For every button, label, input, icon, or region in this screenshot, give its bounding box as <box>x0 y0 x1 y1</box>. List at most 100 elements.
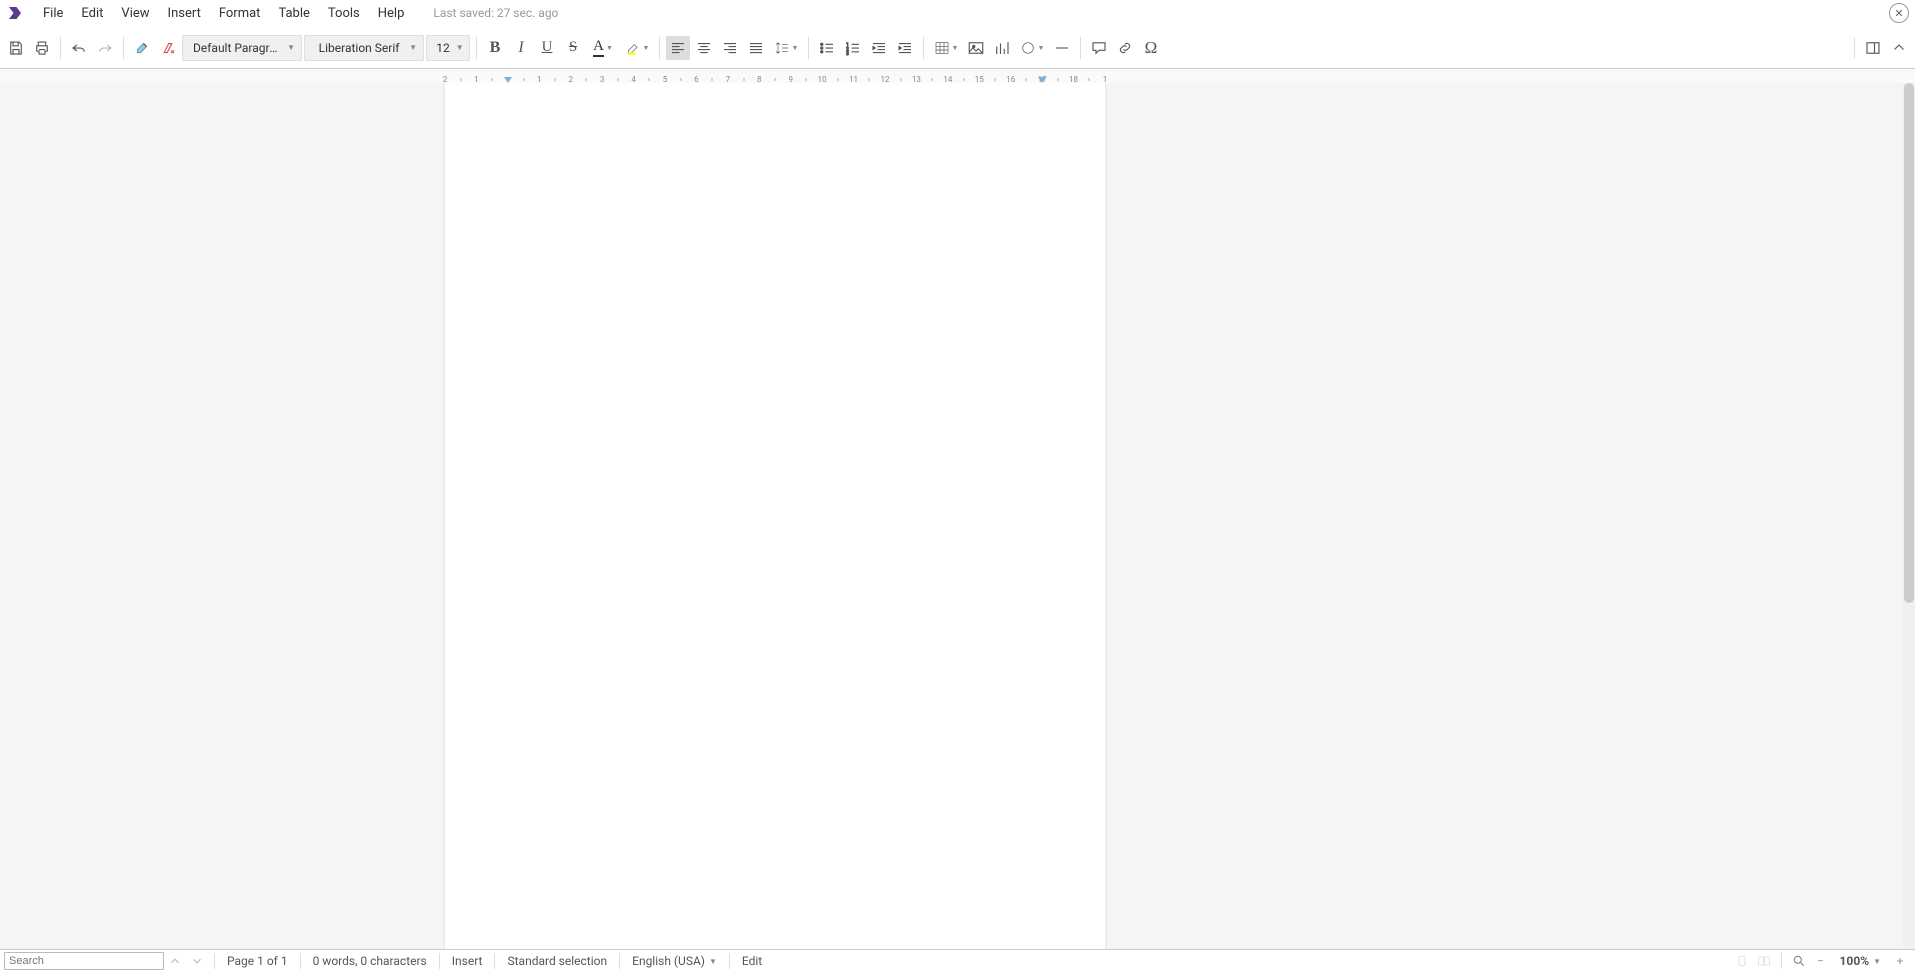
zoom-level[interactable]: 100%▼ <box>1836 954 1885 968</box>
paragraph-style-combo[interactable]: Default Paragraph S…▼ <box>182 35 302 61</box>
menu-view[interactable]: View <box>112 2 158 25</box>
italic-button[interactable]: I <box>509 36 533 60</box>
ruler-tick: 7 <box>726 75 731 83</box>
insert-chart-button[interactable] <box>990 36 1014 60</box>
font-color-button[interactable]: A▼ <box>587 36 619 60</box>
align-justify-button[interactable] <box>744 36 768 60</box>
page-count-label[interactable]: Page 1 of 1 <box>221 954 294 968</box>
document-viewport <box>0 83 1915 949</box>
multi-page-view-button[interactable] <box>1753 951 1775 971</box>
align-right-button[interactable] <box>718 36 742 60</box>
ruler-tick-minor <box>617 78 618 81</box>
ruler-tick: 4 <box>631 75 636 83</box>
clear-formatting-button[interactable] <box>156 36 180 60</box>
zoom-value-label: 100% <box>1840 954 1870 968</box>
single-page-view-button[interactable] <box>1731 951 1753 971</box>
align-center-button[interactable] <box>692 36 716 60</box>
font-name-combo[interactable]: Liberation Serif▼ <box>304 35 424 61</box>
selection-mode-label[interactable]: Standard selection <box>501 954 613 968</box>
sidebar-toggle-button[interactable] <box>1861 36 1885 60</box>
line-spacing-button[interactable]: ▼ <box>770 36 802 60</box>
increase-indent-button[interactable] <box>893 36 917 60</box>
font-name-value: Liberation Serif <box>315 41 403 55</box>
ruler-tick-minor <box>555 78 556 81</box>
paragraph-style-value: Default Paragraph S… <box>193 41 281 55</box>
menu-bar: File Edit View Insert Format Table Tools… <box>0 0 1915 27</box>
separator <box>476 37 477 59</box>
menu-edit[interactable]: Edit <box>72 2 112 25</box>
ruler-tick-minor <box>712 78 713 81</box>
zoom-in-button[interactable]: + <box>1889 951 1911 971</box>
caret-down-icon: ▼ <box>1038 44 1045 52</box>
word-count-label[interactable]: 0 words, 0 characters <box>307 954 433 968</box>
zoom-out-button[interactable]: − <box>1810 951 1832 971</box>
language-selector[interactable]: English (USA)▼ <box>626 954 723 968</box>
ruler-tick: 13 <box>912 75 921 83</box>
font-size-value: 12 <box>436 41 450 55</box>
menu-help[interactable]: Help <box>369 2 414 25</box>
insert-hyperlink-button[interactable] <box>1113 36 1137 60</box>
menu-insert[interactable]: Insert <box>159 2 210 25</box>
highlight-color-button[interactable]: ▼ <box>621 36 653 60</box>
insert-line-button[interactable] <box>1050 36 1074 60</box>
horizontal-ruler[interactable]: 211234567891011121314151617181 <box>0 69 1915 83</box>
ruler-tick-minor <box>523 78 524 81</box>
undo-button[interactable] <box>67 36 91 60</box>
insert-shape-button[interactable]: ▼ <box>1016 36 1048 60</box>
page-canvas[interactable] <box>445 83 1105 949</box>
print-button[interactable] <box>30 36 54 60</box>
menu-format[interactable]: Format <box>210 2 270 25</box>
ruler-tick-minor <box>492 78 493 81</box>
save-button[interactable] <box>4 36 28 60</box>
separator <box>659 37 660 59</box>
bullet-list-button[interactable] <box>815 36 839 60</box>
caret-down-icon: ▼ <box>709 957 717 966</box>
ruler-tick-minor <box>900 78 901 81</box>
ruler-tick: 6 <box>694 75 699 83</box>
ruler-tick-minor <box>1057 78 1058 81</box>
insert-image-button[interactable] <box>964 36 988 60</box>
separator <box>439 953 440 969</box>
insert-table-button[interactable]: ▼ <box>930 36 962 60</box>
ruler-tick: 2 <box>443 75 448 83</box>
close-button[interactable]: ✕ <box>1889 3 1909 23</box>
font-size-combo[interactable]: 12▼ <box>426 35 470 61</box>
ruler-tick: 16 <box>1006 75 1015 83</box>
numbered-list-button[interactable]: 123 <box>841 36 865 60</box>
underline-button[interactable]: U <box>535 36 559 60</box>
vertical-scrollbar[interactable] <box>1903 83 1915 949</box>
ruler-tick: 1 <box>1103 75 1108 83</box>
zoom-fit-button[interactable] <box>1788 951 1810 971</box>
menu-file[interactable]: File <box>34 2 72 25</box>
insert-comment-button[interactable] <box>1087 36 1111 60</box>
clone-formatting-button[interactable] <box>130 36 154 60</box>
decrease-indent-button[interactable] <box>867 36 891 60</box>
separator <box>214 953 215 969</box>
ruler-tick: 10 <box>818 75 827 83</box>
status-bar: Page 1 of 1 0 words, 0 characters Insert… <box>0 949 1915 972</box>
collapse-toolbar-button[interactable] <box>1887 36 1911 60</box>
insert-mode-label[interactable]: Insert <box>446 954 489 968</box>
menu-table[interactable]: Table <box>269 2 318 25</box>
menu-tools[interactable]: Tools <box>319 2 369 25</box>
ruler-tick: 2 <box>568 75 573 83</box>
ruler-tick: 14 <box>943 75 952 83</box>
caret-down-icon: ▼ <box>792 44 799 52</box>
ruler-tick: 11 <box>849 75 858 83</box>
edit-mode-label[interactable]: Edit <box>736 954 768 968</box>
align-left-button[interactable] <box>666 36 690 60</box>
scrollbar-thumb[interactable] <box>1904 83 1914 603</box>
redo-button[interactable] <box>93 36 117 60</box>
caret-down-icon: ▼ <box>952 44 959 52</box>
ruler-tick: 1 <box>537 75 542 83</box>
separator <box>1080 37 1081 59</box>
strikethrough-button[interactable]: S <box>561 36 585 60</box>
search-next-button[interactable] <box>186 951 208 971</box>
insert-symbol-button[interactable]: Ω <box>1139 36 1163 60</box>
ruler-tick-minor <box>1026 78 1027 81</box>
bold-button[interactable]: B <box>483 36 507 60</box>
separator <box>808 37 809 59</box>
search-prev-button[interactable] <box>164 951 186 971</box>
search-input[interactable] <box>4 952 164 970</box>
svg-text:3: 3 <box>846 50 849 56</box>
